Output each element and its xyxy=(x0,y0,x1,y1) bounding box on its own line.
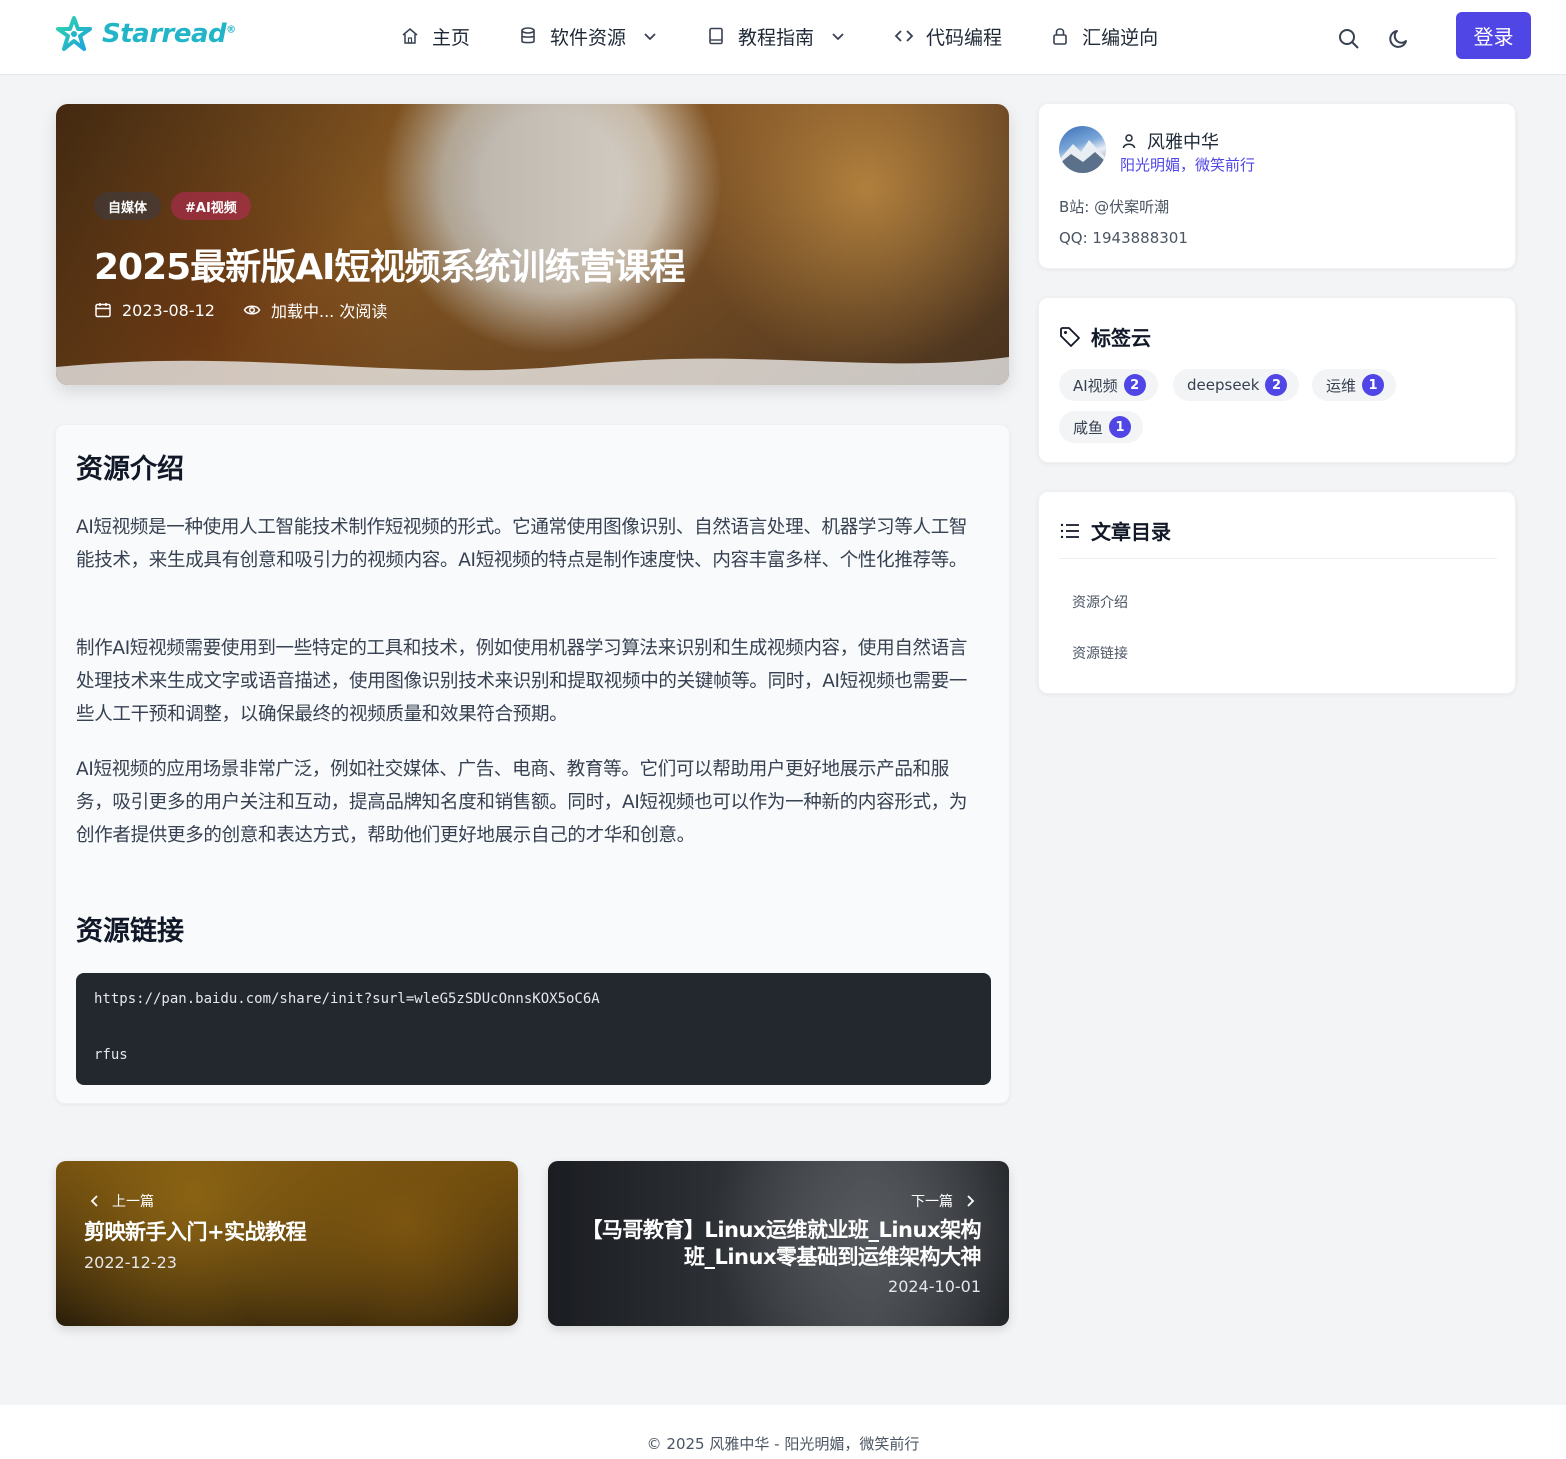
tag-chip[interactable]: 运维 1 xyxy=(1312,369,1397,401)
prev-article-card[interactable]: 上一篇 剪映新手入门+实战教程 2022-12-23 xyxy=(56,1161,518,1326)
tag-chip-label: 咸鱼 xyxy=(1073,418,1104,437)
tag-chip-label: 运维 xyxy=(1326,376,1357,395)
next-date: 2024-10-01 xyxy=(888,1277,981,1296)
author-motto: 阳光明媚，微笑前行 xyxy=(1120,156,1256,174)
chevron-right-icon xyxy=(967,1195,975,1207)
category-tag[interactable]: 自媒体 xyxy=(94,192,162,220)
moon-icon[interactable] xyxy=(1386,26,1412,52)
next-label: 下一篇 xyxy=(911,1191,977,1211)
search-icon[interactable] xyxy=(1336,26,1362,52)
hero-wave-divider xyxy=(56,357,1009,385)
article-body: 资源介绍 AI短视频是一种使用人工智能技术制作短视频的形式。它通常使用图像识别、… xyxy=(55,424,1010,1104)
footer: © 2025 风雅中华 - 阳光明媚，微笑前行 xyxy=(0,1405,1566,1459)
tag-icon xyxy=(1060,326,1080,347)
brand-name: Starread® xyxy=(102,19,236,49)
resource-url[interactable]: https://pan.baidu.com/share/init?surl=wl… xyxy=(94,991,600,1007)
list-icon xyxy=(1060,523,1079,538)
nav-software[interactable]: 软件资源 xyxy=(518,20,658,52)
toc-item-links[interactable]: 资源链接 xyxy=(1072,643,1128,663)
author-qq: QQ: 1943888301 xyxy=(1059,229,1188,247)
tag-cloud-card: 标签云 AI视频 2 deepseek 2 运维 1 咸鱼 1 xyxy=(1038,297,1516,463)
publish-date: 2023-08-12 xyxy=(122,300,215,320)
author-bilibili: B站: @伏案听潮 xyxy=(1059,198,1170,216)
nav-home[interactable]: 主页 xyxy=(400,20,470,52)
tag-count-badge: 2 xyxy=(1265,374,1288,396)
article-meta: 2023-08-12 加载中... 次阅读 xyxy=(94,298,415,322)
toc-heading: 文章目录 xyxy=(1059,516,1171,545)
eye-icon xyxy=(243,305,261,315)
prev-label-text: 上一篇 xyxy=(112,1194,154,1210)
nav-coding-label: 代码编程 xyxy=(926,26,1003,49)
tag-count-badge: 1 xyxy=(1109,416,1132,438)
brand-logo[interactable]: Starread® xyxy=(56,16,236,52)
prev-date: 2022-12-23 xyxy=(84,1253,177,1272)
next-title: 【马哥教育】Linux运维就业班_Linux架构 班_Linux零基础到运维架构… xyxy=(581,1217,981,1271)
chevron-down-icon xyxy=(832,33,844,41)
top-navbar: Starread® 主页 软件资源 教程指南 代码编程 汇编逆向 登录 xyxy=(0,0,1566,75)
tag-chip[interactable]: 咸鱼 1 xyxy=(1059,411,1144,443)
header-actions: 登录 xyxy=(1336,12,1531,59)
calendar-icon xyxy=(95,303,111,318)
toc-title: 文章目录 xyxy=(1091,520,1171,544)
book-icon xyxy=(709,27,723,45)
code-icon xyxy=(894,30,914,42)
tag-chip-label: deepseek xyxy=(1187,376,1260,394)
avatar[interactable] xyxy=(1059,126,1106,173)
starread-logo-icon xyxy=(56,16,92,51)
tag-count-badge: 2 xyxy=(1123,374,1146,396)
intro-paragraph: AI短视频的应用场景非常广泛，例如社交媒体、广告、电商、教育等。它们可以帮助用户… xyxy=(76,759,968,846)
tag-cloud-title: 标签云 xyxy=(1091,326,1151,350)
copyright-text: © 2025 风雅中华 - 阳光明媚，微笑前行 xyxy=(646,1435,920,1453)
login-button[interactable]: 登录 xyxy=(1456,12,1531,59)
mountain-avatar-image xyxy=(1059,140,1106,173)
prev-title: 剪映新手入门+实战教程 xyxy=(84,1220,307,1244)
chevron-left-icon xyxy=(90,1195,98,1207)
tag-chip-label: AI视频 xyxy=(1073,376,1118,395)
next-label-text: 下一篇 xyxy=(911,1194,953,1210)
section-heading-links: 资源链接 xyxy=(76,916,184,947)
divider xyxy=(1059,558,1497,559)
nav-home-label: 主页 xyxy=(432,26,471,49)
article-title: 2025最新版AI短视频系统训练营课程 xyxy=(94,247,685,288)
database-icon xyxy=(521,27,535,44)
user-icon xyxy=(1122,134,1136,149)
table-of-contents-card: 文章目录 资源介绍 资源链接 xyxy=(1038,491,1516,694)
toc-item-intro[interactable]: 资源介绍 xyxy=(1072,592,1128,612)
hero-tags: 自媒体 #AI视频 xyxy=(94,192,251,220)
tag-chip[interactable]: deepseek 2 xyxy=(1173,369,1300,401)
topic-tag[interactable]: #AI视频 xyxy=(171,192,251,220)
next-article-card[interactable]: 下一篇 【马哥教育】Linux运维就业班_Linux架构 班_Linux零基础到… xyxy=(548,1161,1009,1326)
author-name: 风雅中华 xyxy=(1147,132,1219,153)
tag-cloud-heading: 标签云 xyxy=(1059,322,1151,351)
nav-tutorials-label: 教程指南 xyxy=(738,26,815,49)
nav-tutorials[interactable]: 教程指南 xyxy=(706,20,846,52)
author-name-row: 风雅中华 xyxy=(1121,128,1219,154)
view-count: 加载中... 次阅读 xyxy=(270,302,388,321)
intro-paragraph: 制作AI短视频需要使用到一些特定的工具和技术，例如使用机器学习算法来识别和生成视… xyxy=(76,638,968,725)
nav-reverse-label: 汇编逆向 xyxy=(1082,26,1159,49)
author-card: 风雅中华 阳光明媚，微笑前行 B站: @伏案听潮 QQ: 1943888301 xyxy=(1038,103,1516,269)
lock-icon xyxy=(1053,28,1067,45)
home-icon xyxy=(402,28,418,44)
main-nav: 主页 软件资源 教程指南 代码编程 汇编逆向 xyxy=(400,20,1206,52)
chevron-down-icon xyxy=(644,33,656,41)
tag-count-badge: 1 xyxy=(1362,374,1385,396)
section-heading-intro: 资源介绍 xyxy=(76,454,184,485)
next-title-line: 【马哥教育】Linux运维就业班_Linux架构 xyxy=(581,1218,981,1242)
hero-banner: 自媒体 #AI视频 2025最新版AI短视频系统训练营课程 2023-08-12… xyxy=(56,104,1009,385)
resource-code: rfus xyxy=(94,1047,128,1063)
prev-label: 上一篇 xyxy=(88,1191,154,1211)
nav-coding[interactable]: 代码编程 xyxy=(894,20,1002,52)
resource-link-block[interactable]: https://pan.baidu.com/share/init?surl=wl… xyxy=(76,973,991,1085)
nav-software-label: 软件资源 xyxy=(550,26,627,49)
tag-chip[interactable]: AI视频 2 xyxy=(1059,369,1158,401)
next-title-line: 班_Linux零基础到运维架构大神 xyxy=(683,1245,982,1269)
nav-reverse[interactable]: 汇编逆向 xyxy=(1050,20,1158,52)
intro-paragraph: AI短视频是一种使用人工智能技术制作短视频的形式。它通常使用图像识别、自然语言处… xyxy=(76,517,968,571)
